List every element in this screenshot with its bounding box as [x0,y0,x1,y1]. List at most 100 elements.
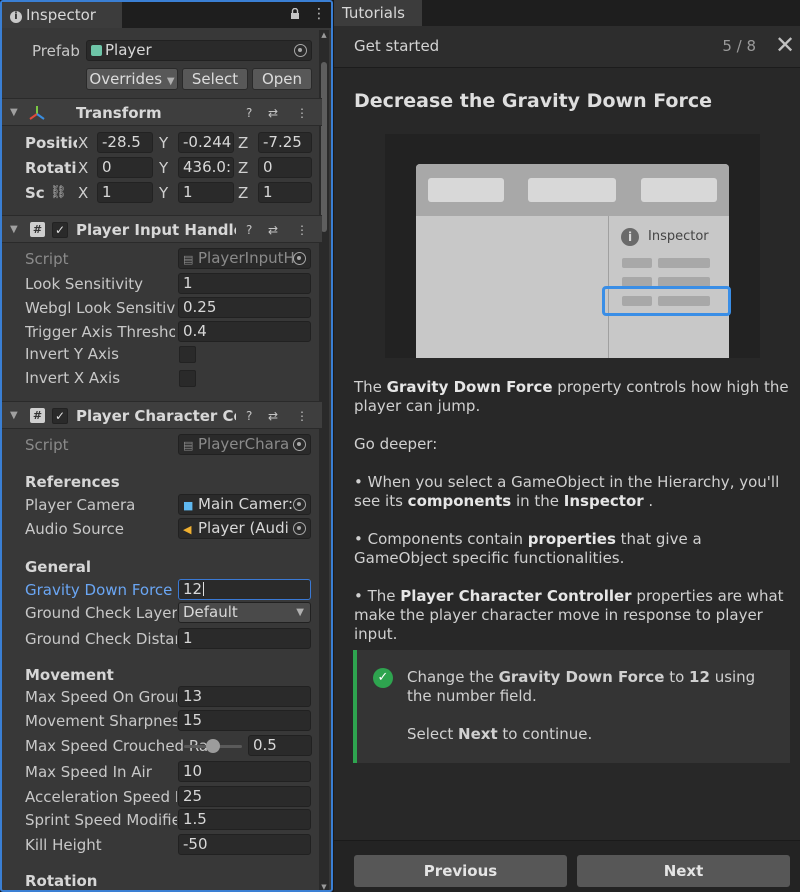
object-picker-icon[interactable] [294,44,307,57]
acceleration-label: Acceleration Speed In [25,788,177,806]
z-axis-label: Z [238,159,249,177]
kill-height-row: Kill Height -50 [2,834,322,856]
sharpness-field[interactable]: 15 [178,710,311,731]
foldout-icon[interactable]: ▼ [10,224,18,235]
scale-y-field[interactable]: 1 [178,182,234,203]
z-axis-label: Z [238,184,249,202]
webgl-sensitivity-field[interactable]: 0.25 [178,297,311,318]
tutorials-panel: Tutorials Get started 5 / 8 ✕ Decrease t… [334,0,800,892]
tab-inspector[interactable]: i Inspector [2,2,122,28]
input-script-field: ▤ PlayerInputH [178,248,311,269]
crouched-ratio-row: Max Speed Crouched Rat 0.5 [2,735,322,757]
rotation-z-field[interactable]: 0 [258,157,312,178]
rotation-header: Rotation [25,872,98,890]
presets-icon[interactable]: ⇄ [268,223,278,237]
audio-source-row: Audio Source ◀ Player (Audi [2,518,322,540]
scroll-up-icon[interactable]: ▲ [319,31,329,39]
task-instruction: Change the Gravity Down Force to 12 usin… [407,668,756,705]
audio-source-label: Audio Source [25,520,124,538]
invert-y-checkbox[interactable] [179,346,196,363]
scale-x-field[interactable]: 1 [97,182,153,203]
task-box: ✓ Change the Gravity Down Force to 12 us… [353,650,790,763]
position-z-field[interactable]: -7.25 [258,132,312,153]
ground-distance-field[interactable]: 1 [178,628,311,649]
object-picker-icon[interactable] [293,438,306,451]
general-header-row: General [2,556,322,578]
look-sensitivity-field[interactable]: 1 [178,273,311,294]
checkmark-icon: ✓ [373,668,393,688]
illustration-inspector-label: Inspector [648,229,709,244]
audio-source-field[interactable]: ◀ Player (Audi [178,518,311,539]
invert-x-checkbox[interactable] [179,370,196,387]
lock-icon[interactable] [290,7,300,20]
object-picker-icon[interactable] [293,522,306,535]
invert-y-row: Invert Y Axis [2,343,322,365]
trigger-threshold-field[interactable]: 0.4 [178,321,311,342]
tab-inspector-label: Inspector [26,6,96,24]
input-handler-header[interactable]: ▼ # ✓ Player Input Handler ( ? ⇄ ⋮ [2,215,322,243]
scale-z-field[interactable]: 1 [258,182,312,203]
help-icon[interactable]: ? [246,106,252,120]
more-menu-icon[interactable]: ⋮ [312,6,326,22]
select-button[interactable]: Select [182,68,248,90]
help-icon[interactable]: ? [246,409,252,423]
character-controller-title: Player Character Con [76,407,236,425]
bullet-components: • When you select a GameObject in the Hi… [354,473,780,510]
bullet-properties: • Components contain properties that giv… [354,530,702,567]
audio-source-value: Player (Audi [198,519,289,537]
component-enabled-checkbox[interactable]: ✓ [52,222,68,238]
invert-x-label: Invert X Axis [25,369,121,387]
rotation-x-field[interactable]: 0 [97,157,153,178]
link-icon[interactable]: ⛓ [50,185,67,200]
page-indicator: 5 / 8 [722,37,756,55]
position-x-field[interactable]: -28.5 [97,132,153,153]
overrides-dropdown[interactable]: Overrides ▼ [86,68,178,90]
ground-distance-row: Ground Check Distan 1 [2,628,322,650]
ground-layers-dropdown[interactable]: Default ▼ [178,602,311,623]
gravity-down-force-field[interactable]: 12 [178,579,311,600]
inspector-panel: i Inspector ⋮ ▲ ▼ Prefab Player Overrides… [0,0,333,892]
crouched-ratio-slider-handle[interactable] [206,739,220,753]
transform-header[interactable]: ▼ Transform ? ⇄ ⋮ [2,98,322,126]
presets-icon[interactable]: ⇄ [268,106,278,120]
open-button[interactable]: Open [252,68,312,90]
cs-script-icon: ▤ [183,439,194,452]
component-menu-icon[interactable]: ⋮ [296,106,308,120]
component-menu-icon[interactable]: ⋮ [296,409,308,423]
help-icon[interactable]: ? [246,223,252,237]
gravity-down-force-label: Gravity Down Force [25,581,173,599]
rotation-y-field[interactable]: 436.0: [178,157,234,178]
tab-tutorials[interactable]: Tutorials [334,0,422,26]
object-picker-icon[interactable] [293,498,306,511]
component-enabled-checkbox[interactable]: ✓ [52,408,68,424]
illustration-highlight [602,286,731,316]
next-button[interactable]: Next [577,855,790,887]
object-picker-icon[interactable] [293,252,306,265]
air-speed-field[interactable]: 10 [178,761,311,782]
sprint-modifier-field[interactable]: 1.5 [178,809,311,830]
look-sensitivity-row: Look Sensitivity 1 [2,273,322,295]
controller-script-value: PlayerChara [198,435,290,453]
scale-row: Sc ⛓ X 1 Y 1 Z 1 [2,182,322,204]
acceleration-field[interactable]: 25 [178,786,311,807]
character-controller-header[interactable]: ▼ # ✓ Player Character Con ? ⇄ ⋮ [2,401,322,429]
component-menu-icon[interactable]: ⋮ [296,223,308,237]
crouched-ratio-field[interactable]: 0.5 [248,735,312,756]
player-camera-row: Player Camera ■ Main Camer: [2,494,322,516]
player-camera-field[interactable]: ■ Main Camer: [178,494,311,515]
foldout-icon[interactable]: ▼ [10,410,18,421]
foldout-icon[interactable]: ▼ [10,107,18,118]
presets-icon[interactable]: ⇄ [268,409,278,423]
max-speed-ground-field[interactable]: 13 [178,686,311,707]
position-y-field[interactable]: -0.244 [178,132,234,153]
tutorials-tabbar: Tutorials [334,0,800,26]
close-icon[interactable]: ✕ [772,33,798,57]
max-speed-ground-row: Max Speed On Groun 13 [2,686,322,708]
camera-icon: ■ [183,499,194,512]
transform-icon [28,104,46,126]
kill-height-field[interactable]: -50 [178,834,311,855]
z-axis-label: Z [238,134,249,152]
input-handler-title: Player Input Handler ( [76,221,236,239]
prefab-field[interactable]: Player [86,40,312,61]
previous-button[interactable]: Previous [354,855,567,887]
